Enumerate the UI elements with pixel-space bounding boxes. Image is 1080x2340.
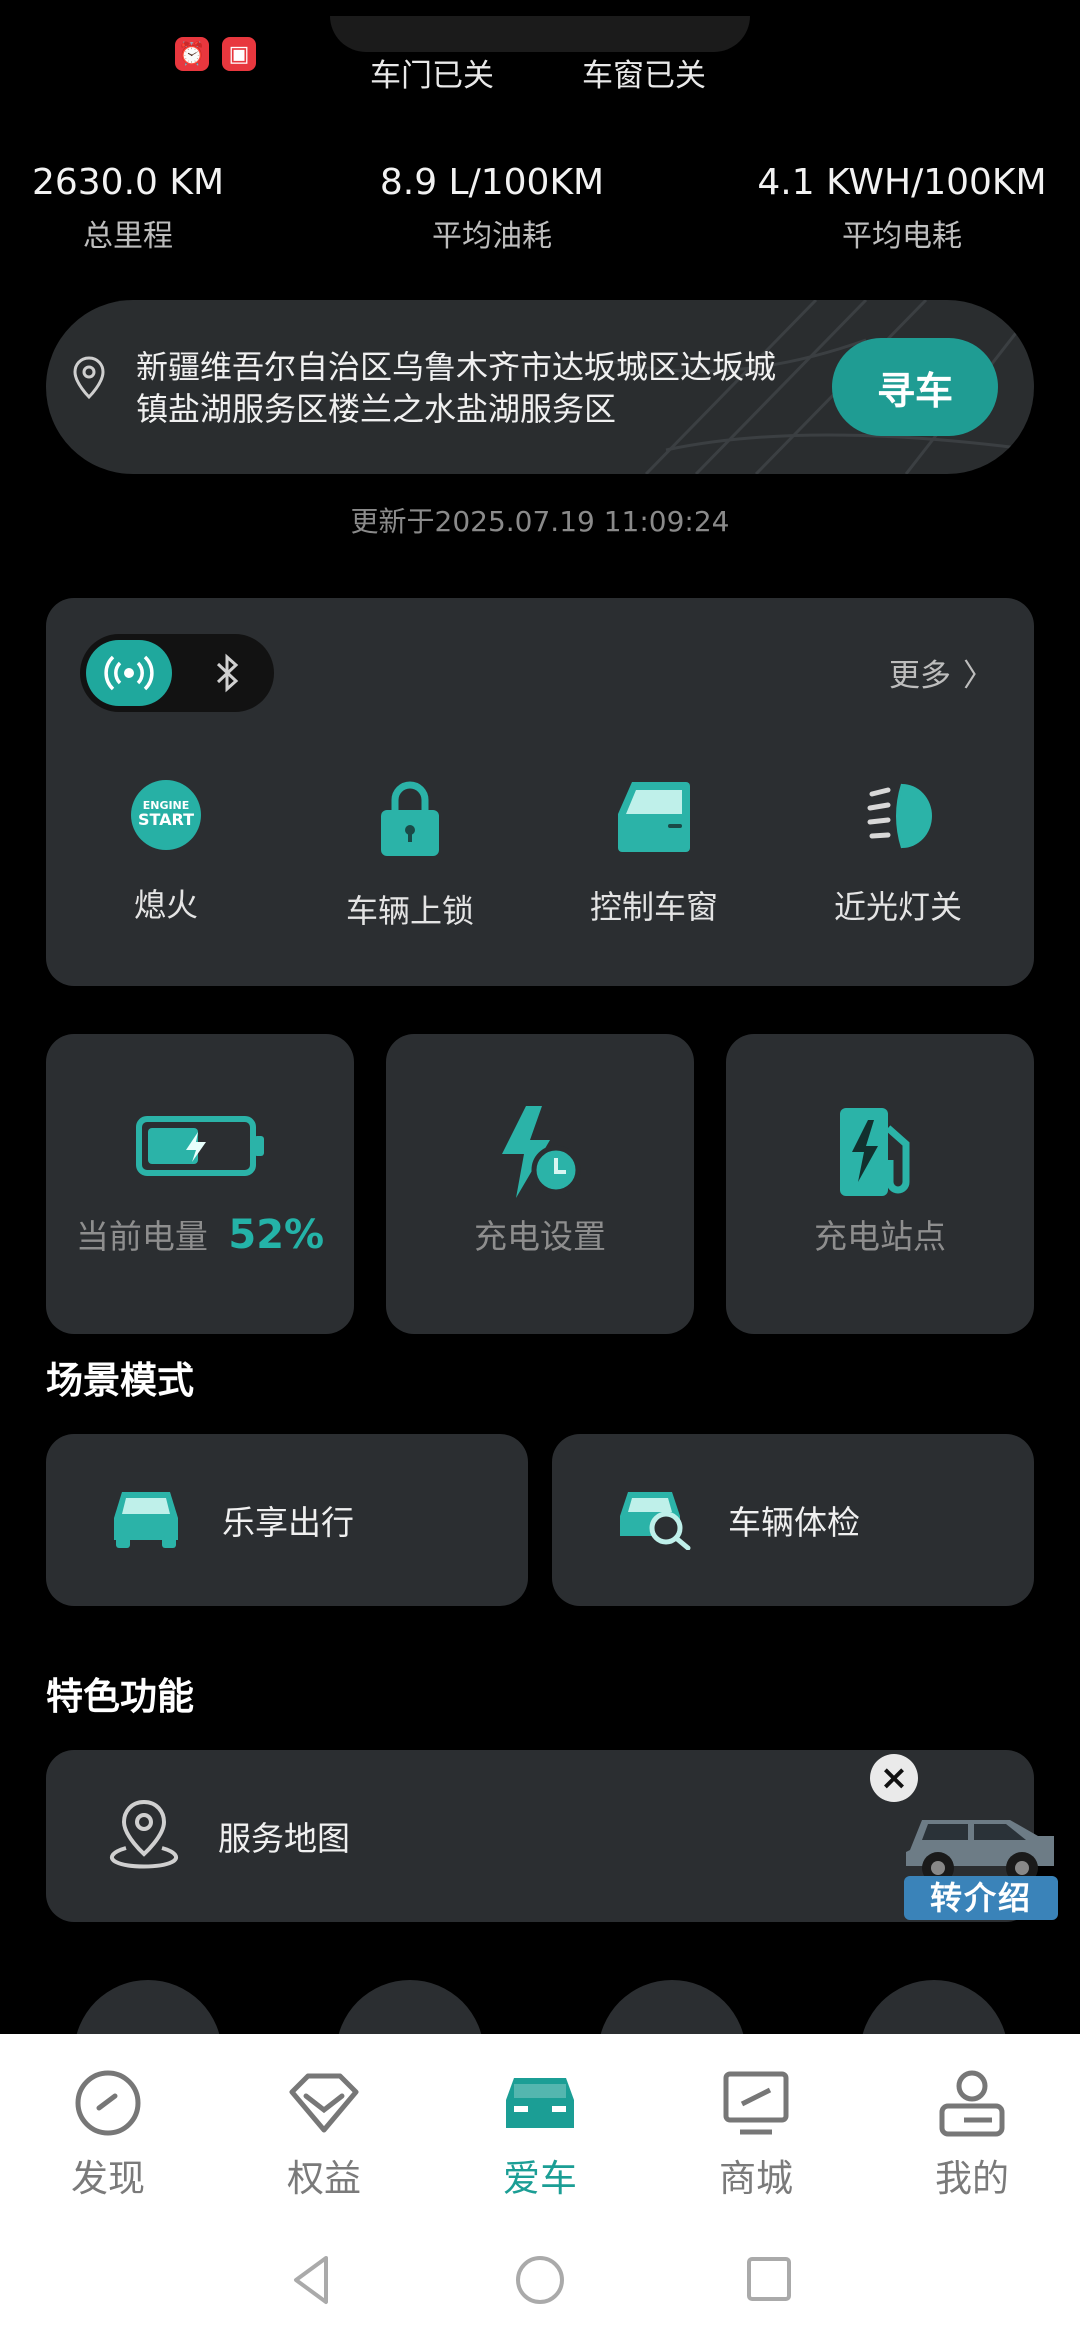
battery-tile[interactable]: 当前电量 52% (46, 1034, 354, 1334)
car-inspection-icon (620, 1492, 691, 1550)
window-status: 车窗已关 (582, 58, 706, 94)
more-link[interactable]: 更多〉 (889, 650, 994, 695)
connection-toggle[interactable] (80, 634, 274, 712)
stat-value: 2630.0 KM (31, 162, 225, 203)
stat-mileage: 2630.0 KM 总里程 (0, 162, 308, 255)
stat-fuel: 8.9 L/100KM 平均油耗 (312, 162, 672, 255)
network-mode-button[interactable] (86, 640, 172, 706)
control-engine[interactable]: ENGINE START 熄火 (46, 778, 286, 926)
nav-label: 权益 (287, 2157, 361, 2200)
scene-item-inspection[interactable]: 车辆体检 (552, 1434, 1034, 1606)
location-card[interactable]: 新疆维吾尔自治区乌鲁木齐市达坂城区达坂城镇盐湖服务区楼兰之水盐湖服务区 寻车 (46, 300, 1034, 474)
nav-label: 发现 (71, 2157, 145, 2200)
stat-label: 平均油耗 (432, 219, 552, 254)
user-icon (939, 2070, 1005, 2137)
nav-benefits[interactable]: 权益 (216, 2068, 432, 2202)
nav-label: 爱车 (503, 2157, 577, 2200)
charge-station-tile[interactable]: 充电站点 (726, 1034, 1034, 1334)
nav-my-car[interactable]: 爱车 (432, 2068, 648, 2202)
control-label: 近光灯关 (833, 888, 962, 926)
scene-section-title: 场景模式 (46, 1359, 194, 1402)
stat-label: 总里程 (83, 219, 173, 254)
find-car-button[interactable]: 寻车 (832, 338, 998, 436)
top-notch (330, 16, 750, 52)
stat-electric: 4.1 KWH/100KM 平均电耗 (722, 162, 1080, 255)
recents-icon[interactable] (744, 2254, 794, 2304)
car-front-icon (506, 2078, 574, 2128)
promo-referral-label[interactable]: 转介绍 (904, 1876, 1058, 1920)
headlight-icon (867, 783, 932, 849)
door-status: 车门已关 (370, 58, 494, 94)
stat-value: 8.9 L/100KM (379, 162, 605, 203)
diamond-icon (289, 2073, 359, 2133)
charging-station-icon (840, 1108, 910, 1196)
stat-label: 平均电耗 (842, 219, 962, 254)
nav-discover[interactable]: 发现 (0, 2068, 216, 2202)
back-icon[interactable] (286, 2252, 336, 2308)
chevron-right-icon: 〉 (963, 658, 994, 694)
control-label: 熄火 (133, 886, 198, 924)
alarm-app-icon: ⏰ (175, 37, 209, 71)
nav-label: 商城 (719, 2157, 793, 2200)
home-icon[interactable] (514, 2254, 566, 2306)
scene-item-travel[interactable]: 乐享出行 (46, 1434, 528, 1606)
location-address: 新疆维吾尔自治区乌鲁木齐市达坂城区达坂城镇盐湖服务区楼兰之水盐湖服务区 (136, 348, 776, 428)
nav-label: 我的 (935, 2157, 1009, 2200)
battery-icon (136, 1116, 264, 1176)
control-headlight[interactable]: 近光灯关 (778, 778, 1018, 928)
nav-profile[interactable]: 我的 (864, 2068, 1080, 2202)
svg-text:START: START (138, 810, 194, 829)
scene-label: 车辆体检 (728, 1503, 860, 1542)
car-door-icon (618, 782, 690, 852)
lock-icon (381, 781, 439, 856)
battery-label-row: 当前电量 52% (46, 1210, 354, 1258)
scene-label: 乐享出行 (222, 1503, 354, 1542)
service-map-label: 服务地图 (218, 1819, 350, 1858)
vehicle-control-card: 更多〉 ENGINE START 熄火 车辆上锁 控制车窗 近光灯关 (46, 598, 1034, 986)
charge-settings-label: 充电设置 (474, 1217, 606, 1256)
control-lock[interactable]: 车辆上锁 (290, 778, 530, 932)
map-pin-icon (109, 1799, 179, 1869)
engine-start-icon: ENGINE START (131, 780, 201, 850)
store-icon (723, 2071, 789, 2135)
control-label: 车辆上锁 (345, 892, 474, 930)
charge-clock-icon (502, 1106, 581, 1198)
system-nav-bar (0, 2230, 1080, 2340)
bluetooth-icon[interactable] (200, 646, 254, 700)
battery-label: 当前电量 (75, 1217, 208, 1256)
more-label: 更多 (889, 658, 951, 694)
charge-settings-tile[interactable]: 充电设置 (386, 1034, 694, 1334)
close-icon[interactable]: × (870, 1754, 918, 1802)
stat-value: 4.1 KWH/100KM (757, 162, 1047, 203)
location-pin-icon (73, 356, 105, 400)
book-app-icon: ▣ (222, 37, 256, 71)
nav-mall[interactable]: 商城 (648, 2068, 864, 2202)
compass-icon (75, 2070, 141, 2136)
bottom-nav: 发现 权益 爱车 商城 我的 (0, 2034, 1080, 2230)
car-icon (114, 1492, 178, 1548)
features-section-title: 特色功能 (46, 1675, 194, 1718)
battery-value: 52% (228, 1212, 325, 1258)
charge-station-label: 充电站点 (814, 1217, 946, 1256)
control-label: 控制车窗 (589, 888, 718, 926)
signal-icon (104, 655, 154, 691)
control-window[interactable]: 控制车窗 (534, 778, 774, 928)
update-time: 更新于2025.07.19 11:09:24 (350, 505, 730, 538)
